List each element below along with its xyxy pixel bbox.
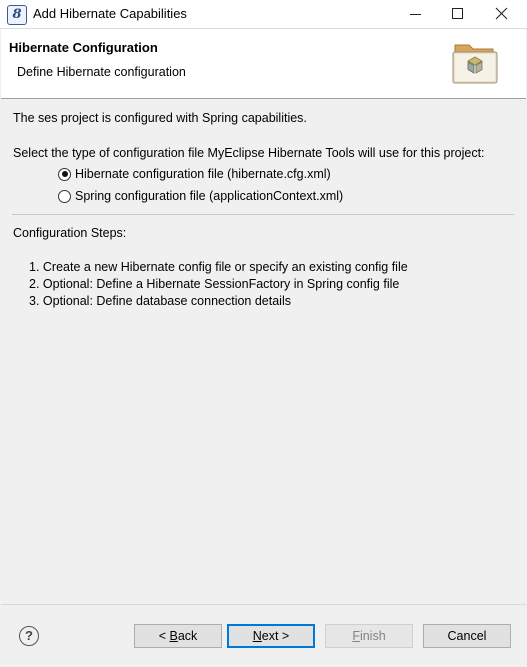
close-icon	[495, 7, 508, 20]
page-title: Hibernate Configuration	[9, 40, 158, 55]
myeclipse-app-icon: 8	[7, 5, 27, 25]
minimize-icon	[410, 14, 421, 15]
back-rest: ack	[177, 629, 198, 643]
maximize-icon	[452, 8, 463, 19]
window-title: Add Hibernate Capabilities	[33, 6, 187, 21]
close-button[interactable]	[480, 0, 524, 28]
spring-info-text: The ses project is configured with Sprin…	[13, 111, 307, 125]
radio-button-checked[interactable]	[58, 167, 71, 181]
minimize-button[interactable]	[394, 0, 438, 28]
maximize-button[interactable]	[436, 0, 480, 28]
steps-heading: Configuration Steps:	[13, 226, 127, 240]
finish-mnemonic: F	[352, 629, 360, 643]
section-divider	[12, 214, 514, 215]
back-mnemonic: B	[169, 629, 178, 643]
radio-hibernate-config[interactable]: Hibernate configuration file (hibernate.…	[58, 165, 331, 183]
back-prefix: <	[158, 629, 170, 643]
next-button[interactable]: Next >	[227, 624, 315, 648]
next-mnemonic: N	[252, 629, 262, 643]
title-bar[interactable]: 8 Add Hibernate Capabilities	[0, 0, 527, 29]
help-button[interactable]: ?	[19, 626, 39, 646]
step-item: 1. Create a new Hibernate config file or…	[29, 260, 408, 274]
step-item: 2. Optional: Define a Hibernate SessionF…	[29, 277, 400, 291]
radio-button-unchecked[interactable]	[58, 189, 71, 203]
wizard-header: Hibernate Configuration Define Hibernate…	[1, 29, 526, 99]
radio-spring-config-label: Spring configuration file (applicationCo…	[75, 189, 344, 203]
radio-hibernate-config-label: Hibernate configuration file (hibernate.…	[75, 167, 331, 181]
back-button[interactable]: < Back	[134, 624, 222, 648]
radio-spring-config[interactable]: Spring configuration file (applicationCo…	[58, 187, 343, 205]
config-type-prompt: Select the type of configuration file My…	[13, 146, 485, 160]
footer-divider	[1, 604, 526, 605]
page-subtitle: Define Hibernate configuration	[17, 65, 186, 79]
next-rest: ext >	[261, 629, 290, 643]
step-item: 3. Optional: Define database connection …	[29, 294, 291, 308]
finish-rest: inish	[359, 629, 386, 643]
hibernate-folder-icon	[452, 44, 498, 84]
finish-button[interactable]: Finish	[325, 624, 413, 648]
cancel-button[interactable]: Cancel	[423, 624, 511, 648]
